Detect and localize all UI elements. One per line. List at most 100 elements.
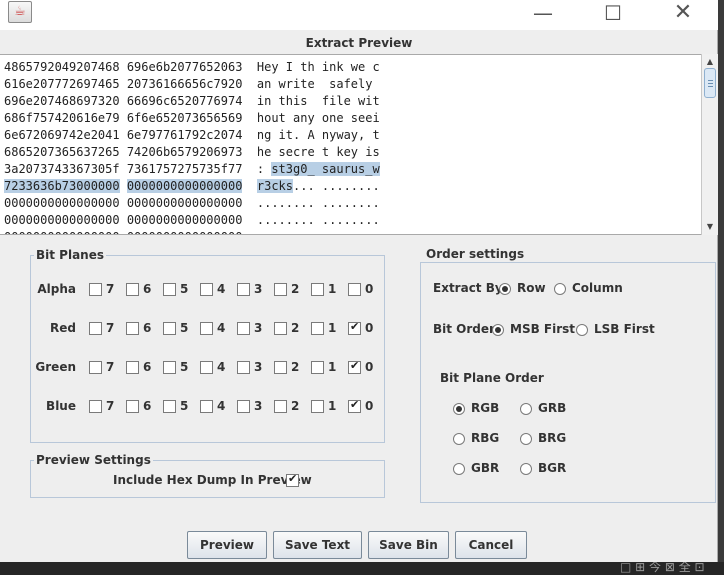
- blue-bit-2-checkbox[interactable]: [274, 400, 287, 413]
- bit-planes-title: Bit Planes: [34, 248, 107, 262]
- green-bit-4-checkbox[interactable]: [200, 361, 213, 374]
- hex-column-1: 6e672069742e2041: [4, 128, 120, 142]
- hex-column-2: 6f6e652073656569: [126, 111, 243, 125]
- green-bit-6-checkbox[interactable]: [126, 361, 139, 374]
- scroll-up-arrow-icon[interactable]: ▲: [702, 55, 718, 69]
- alpha-bit-6-label: 6: [143, 282, 152, 296]
- green-bit-7-checkbox[interactable]: [89, 361, 102, 374]
- green-bit-3-checkbox[interactable]: [237, 361, 250, 374]
- blue-bit-6-label: 6: [143, 399, 152, 413]
- red-bit-7-checkbox[interactable]: [89, 322, 102, 335]
- blue-bit-0-checkbox[interactable]: [348, 398, 361, 413]
- alpha-bit-3-checkbox[interactable]: [237, 283, 250, 296]
- extract-by-row-radio[interactable]: [499, 283, 511, 295]
- red-bit-3-checkbox[interactable]: [237, 322, 250, 335]
- cancel-button[interactable]: Cancel: [455, 531, 527, 559]
- extract-by-column-label: Column: [572, 281, 623, 295]
- plane-order-grb-radio[interactable]: [520, 403, 532, 415]
- scroll-thumb[interactable]: [704, 68, 716, 98]
- red-bit-2-checkbox[interactable]: [274, 322, 287, 335]
- hex-column-2: 0000000000000000: [126, 213, 243, 227]
- alpha-bit-0-checkbox[interactable]: [348, 283, 361, 296]
- red-bit-1-label: 1: [328, 321, 337, 335]
- red-bit-0-checkbox[interactable]: [348, 320, 361, 335]
- save-text-button[interactable]: Save Text: [273, 531, 362, 559]
- minimize-button[interactable]: —: [520, 0, 566, 28]
- order-settings-title: Order settings: [424, 247, 527, 261]
- hex-column-1: 4865792049207468: [4, 60, 120, 74]
- blue-bit-5-checkbox[interactable]: [163, 400, 176, 413]
- alpha-bit-2-checkbox[interactable]: [274, 283, 287, 296]
- bit-order-label: Bit Order: [433, 322, 495, 336]
- red-bit-1-checkbox[interactable]: [311, 322, 324, 335]
- preview-button[interactable]: Preview: [187, 531, 267, 559]
- hex-column-2: 66696c6520776974: [126, 94, 243, 108]
- green-bit-0-checkbox[interactable]: [348, 359, 361, 374]
- plane-order-gbr-radio[interactable]: [453, 463, 465, 475]
- plane-order-bgr-radio[interactable]: [520, 463, 532, 475]
- preview-settings-title: Preview Settings: [34, 453, 153, 467]
- include-hex-dump-checkbox[interactable]: [286, 472, 299, 487]
- blue-bit-3-checkbox[interactable]: [237, 400, 250, 413]
- plane-order-brg-radio[interactable]: [520, 433, 532, 445]
- hex-column-1: 686f757420616e79: [4, 111, 120, 125]
- red-bit-6-checkbox[interactable]: [126, 322, 139, 335]
- plane-order-rbg-label: RBG: [471, 431, 500, 445]
- preview-line: 616e207772697465 20736166656c7920 an wri…: [4, 76, 380, 93]
- green-bit-5-checkbox[interactable]: [163, 361, 176, 374]
- save-bin-button[interactable]: Save Bin: [368, 531, 449, 559]
- alpha-bit-4-checkbox[interactable]: [200, 283, 213, 296]
- red-bit-0-label: 0: [365, 321, 374, 335]
- red-bit-5-label: 5: [180, 321, 189, 335]
- hex-column-1: 696e207468697320: [4, 94, 120, 108]
- green-bit-4-label: 4: [217, 360, 226, 374]
- green-bit-2-label: 2: [291, 360, 300, 374]
- ascii-column: ........ ........: [256, 213, 380, 227]
- blue-bit-6-checkbox[interactable]: [126, 400, 139, 413]
- green-bit-1-checkbox[interactable]: [311, 361, 324, 374]
- hex-column-1: 6865207365637265: [4, 145, 120, 159]
- alpha-bit-5-checkbox[interactable]: [163, 283, 176, 296]
- plane-order-bgr-label: BGR: [538, 461, 567, 475]
- plane-order-rbg-radio[interactable]: [453, 433, 465, 445]
- blue-bit-1-checkbox[interactable]: [311, 400, 324, 413]
- bit-order-lsb-radio[interactable]: [576, 324, 588, 336]
- green-bit-2-checkbox[interactable]: [274, 361, 287, 374]
- green-bit-1-label: 1: [328, 360, 337, 374]
- extract-by-label: Extract By: [433, 281, 503, 295]
- blue-bit-2-label: 2: [291, 399, 300, 413]
- red-bit-5-checkbox[interactable]: [163, 322, 176, 335]
- preview-line: 0000000000000000 0000000000000000 ......…: [4, 212, 380, 229]
- plane-order-rgb-radio[interactable]: [453, 403, 465, 415]
- ascii-column: ........ ........: [257, 230, 380, 234]
- hex-column-1: 616e207772697465: [4, 77, 120, 91]
- extract-preview-textarea[interactable]: 4865792049207468 696e6b2077652063 Hey I …: [0, 54, 718, 235]
- bit-order-msb-label: MSB First: [510, 322, 576, 336]
- desktop-background-right: [718, 0, 724, 575]
- blue-bit-5-label: 5: [180, 399, 189, 413]
- ascii-column: in this file wit: [256, 94, 380, 108]
- green-bit-0-label: 0: [365, 360, 374, 374]
- extract-by-column-radio[interactable]: [554, 283, 566, 295]
- hex-column-2: 0000000000000000: [126, 179, 243, 193]
- hex-column-2: 7361757275735f77: [126, 162, 243, 176]
- bit-order-msb-radio[interactable]: [492, 324, 504, 336]
- blue-bit-7-checkbox[interactable]: [89, 400, 102, 413]
- ascii-column: ........ ........: [256, 196, 380, 210]
- bit-plane-row-label-green: Green: [35, 360, 76, 374]
- red-bit-4-checkbox[interactable]: [200, 322, 213, 335]
- alpha-bit-2-label: 2: [291, 282, 300, 296]
- maximize-button[interactable]: ☐: [590, 0, 636, 28]
- alpha-bit-7-checkbox[interactable]: [89, 283, 102, 296]
- blue-bit-1-label: 1: [328, 399, 337, 413]
- alpha-bit-1-checkbox[interactable]: [311, 283, 324, 296]
- alpha-bit-6-checkbox[interactable]: [126, 283, 139, 296]
- preview-vertical-scrollbar[interactable]: ▲ ▼: [701, 54, 718, 235]
- ascii-selected-text: r3cks: [256, 179, 293, 193]
- blue-bit-4-checkbox[interactable]: [200, 400, 213, 413]
- plane-order-brg-label: BRG: [538, 431, 567, 445]
- red-bit-6-label: 6: [143, 321, 152, 335]
- close-button[interactable]: ✕: [660, 0, 706, 28]
- blue-bit-4-label: 4: [217, 399, 226, 413]
- scroll-down-arrow-icon[interactable]: ▼: [702, 220, 718, 234]
